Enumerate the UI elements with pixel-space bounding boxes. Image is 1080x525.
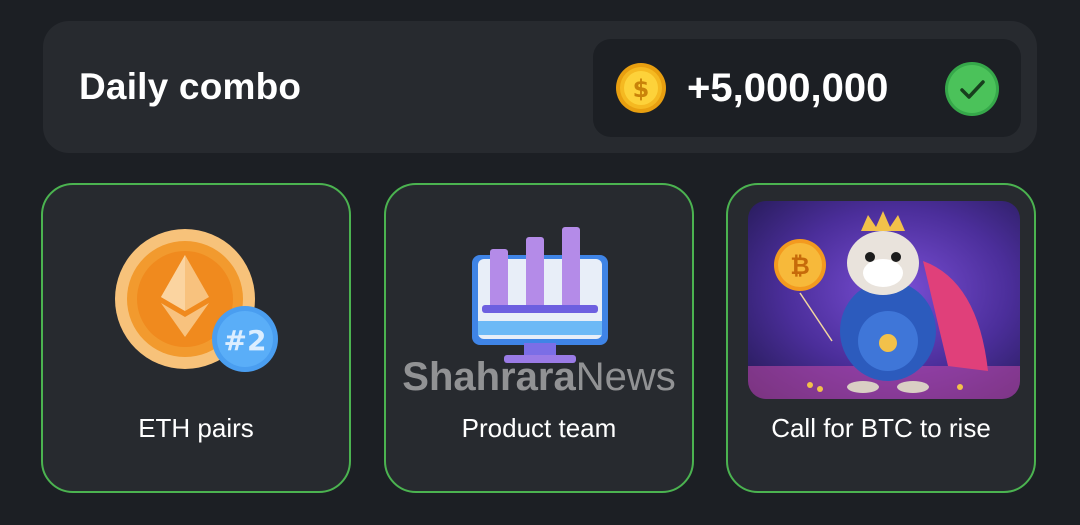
daily-combo-title: Daily combo bbox=[79, 66, 302, 107]
combo-card-eth-pairs[interactable]: #2 ETH pairs bbox=[41, 183, 351, 493]
badge-number: #2 bbox=[224, 324, 267, 357]
combo-card-product-team[interactable]: Product team bbox=[384, 183, 694, 493]
hamster-king-btc-balloon-image: ₿ bbox=[748, 201, 1020, 399]
dollar-coin-icon: $ bbox=[616, 63, 666, 113]
card-label: ETH pairs bbox=[138, 413, 254, 443]
combo-card-call-for-btc[interactable]: ₿ Call for BTC to rise bbox=[726, 183, 1036, 493]
reward-amount: +5,000,000 bbox=[687, 66, 889, 110]
watermark-text-bold: Shahrara bbox=[402, 355, 576, 399]
card-label: Call for BTC to rise bbox=[771, 413, 991, 443]
ethereum-coin-icon: #2 bbox=[115, 229, 278, 372]
checkmark-icon bbox=[945, 62, 999, 116]
watermark-text-light: News bbox=[576, 355, 676, 399]
svg-text:ShahraraNews: ShahraraNews bbox=[402, 355, 675, 399]
watermark-logo: ShahraraNews bbox=[402, 355, 675, 399]
reward-box: $ +5,000,000 bbox=[593, 39, 1021, 137]
card-label: Product team bbox=[461, 413, 617, 443]
svg-text:$: $ bbox=[633, 75, 650, 103]
daily-combo-header: Daily combo $ +5,000,000 bbox=[43, 21, 1037, 153]
svg-text:₿: ₿ bbox=[790, 252, 810, 280]
